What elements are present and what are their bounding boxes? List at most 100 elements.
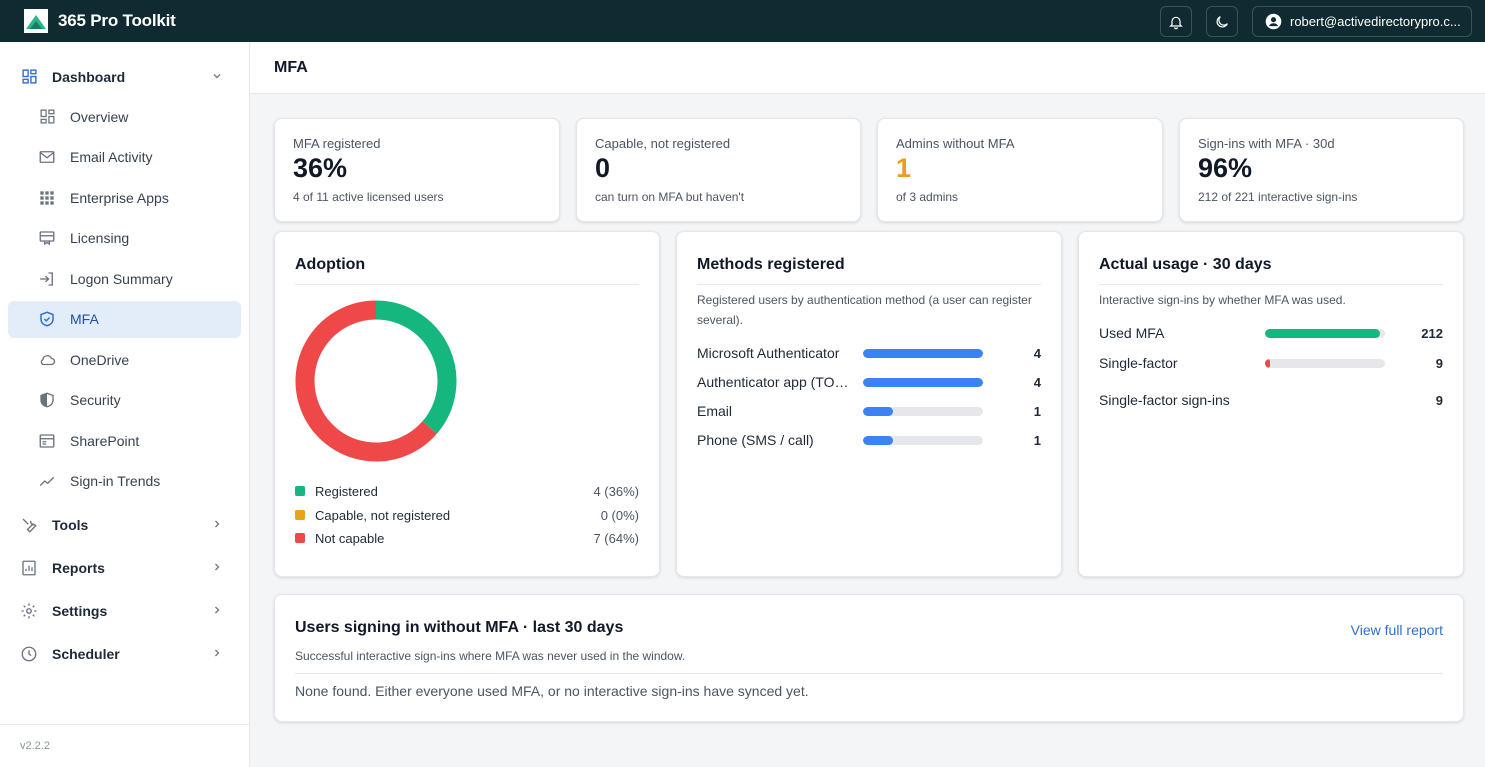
stat-card-sign-ins-with-mfa: Sign-ins with MFA · 30d 96% 212 of 221 i… <box>1179 118 1464 222</box>
legend-value: 0 (0%) <box>600 507 639 523</box>
card-divider <box>1099 284 1443 285</box>
method-label: Email <box>697 403 733 419</box>
clock-icon <box>20 645 38 663</box>
stat-subtext: can turn on MFA but haven't <box>595 190 745 204</box>
method-bar <box>863 348 983 358</box>
chevron-down-icon <box>211 69 223 85</box>
stat-value: 1 <box>896 153 912 183</box>
usage-label: Single-factor sign-ins <box>1099 392 1230 408</box>
view-full-report-link[interactable]: View full report <box>1351 622 1443 638</box>
stat-label: Sign-ins with MFA · 30d <box>1198 136 1335 151</box>
sidebar-item-enterprise-apps[interactable]: Enterprise Apps <box>8 179 241 216</box>
card-title: Actual usage · 30 days <box>1099 256 1272 273</box>
app-logo <box>24 9 48 33</box>
method-count: 1 <box>1033 432 1041 448</box>
legend-swatch <box>295 533 305 543</box>
stat-subtext: 212 of 221 interactive sign-ins <box>1198 190 1358 204</box>
empty-state-message: None found. Either everyone used MFA, or… <box>295 683 809 699</box>
sidebar-item-sign-in-trends[interactable]: Sign-in Trends <box>8 463 241 500</box>
user-menu-button[interactable]: robert@activedirectorypro.c... <box>1252 6 1472 37</box>
usage-bar-fill <box>1265 328 1381 338</box>
stat-value: 36% <box>293 153 348 183</box>
grid-icon <box>38 108 56 126</box>
legend-row-registered: Registered 4 (36%) <box>295 481 639 501</box>
page-header: MFA <box>250 42 1485 94</box>
adoption-donut-chart <box>295 300 457 462</box>
shield-icon <box>38 391 56 409</box>
method-row: Microsoft Authenticator 4 <box>697 342 1041 364</box>
sidebar-item-email-activity[interactable]: Email Activity <box>8 139 241 176</box>
donut-slice-not-capable <box>295 300 437 462</box>
method-label: Authenticator app (TOTP) <box>697 374 852 390</box>
moon-icon <box>1216 15 1228 27</box>
sidebar: Dashboard Overview Email Activity Enterp… <box>0 42 250 767</box>
sidebar-item-label: SharePoint <box>70 432 140 449</box>
app-version: v2.2.2 <box>20 740 50 752</box>
browser-icon <box>38 432 56 450</box>
stat-card-capable-not-registered: Capable, not registered 0 can turn on MF… <box>576 118 861 222</box>
stat-card-admins-without-mfa: Admins without MFA 1 of 3 admins <box>877 118 1163 222</box>
cloud-icon <box>38 351 56 369</box>
sidebar-item-label: Enterprise Apps <box>70 189 169 206</box>
sidebar-item-licensing[interactable]: Licensing <box>8 220 241 257</box>
sidebar-divider <box>0 724 249 725</box>
method-bar-fill <box>863 435 893 445</box>
stat-label: Admins without MFA <box>896 136 1015 151</box>
app-title: 365 Pro Toolkit <box>58 11 176 30</box>
sidebar-item-label: Overview <box>70 108 129 125</box>
theme-toggle-button[interactable] <box>1206 6 1238 37</box>
method-count: 4 <box>1033 345 1041 361</box>
method-bar-fill <box>863 406 893 416</box>
method-row: Authenticator app (TOTP) 4 <box>697 371 1041 393</box>
sidebar-group-scheduler[interactable]: Scheduler <box>0 632 249 675</box>
sidebar-item-mfa[interactable]: MFA <box>8 300 241 338</box>
method-label: Microsoft Authenticator <box>697 345 840 361</box>
sidebar-item-logon-summary[interactable]: Logon Summary <box>8 260 241 297</box>
card-title: Users signing in without MFA · last 30 d… <box>295 619 624 636</box>
sidebar-item-security[interactable]: Security <box>8 382 241 419</box>
trend-icon <box>38 472 56 490</box>
notifications-button[interactable] <box>1160 6 1192 37</box>
usage-bar-fill <box>1265 358 1270 368</box>
card-description: Interactive sign-ins by whether MFA was … <box>1099 293 1346 307</box>
usage-count: 9 <box>1435 355 1443 371</box>
stat-value: 0 <box>595 153 611 183</box>
method-bar <box>863 406 983 416</box>
sidebar-group-label: Tools <box>52 516 89 533</box>
method-bar-fill <box>863 377 983 387</box>
sidebar-item-label: Logon Summary <box>70 270 173 287</box>
usage-label: Used MFA <box>1099 325 1165 341</box>
sidebar-group-settings[interactable]: Settings <box>0 589 249 632</box>
card-divider <box>295 673 1443 674</box>
usage-row-single-factor-sign-ins: Single-factor sign-ins 9 <box>1099 389 1443 411</box>
user-avatar-icon <box>1265 13 1282 30</box>
no-mfa-users-card: Users signing in without MFA · last 30 d… <box>274 594 1464 722</box>
sidebar-item-overview[interactable]: Overview <box>8 98 241 135</box>
sidebar-item-label: Security <box>70 392 121 408</box>
login-icon <box>38 270 56 288</box>
usage-card: Actual usage · 30 days Interactive sign-… <box>1078 231 1464 577</box>
shield-check-icon <box>38 310 56 328</box>
page-title: MFA <box>274 58 308 76</box>
method-bar <box>863 377 983 387</box>
card-title: Adoption <box>295 256 366 273</box>
sidebar-group-dashboard[interactable]: Dashboard <box>0 55 249 98</box>
legend-row-not-capable: Not capable 7 (64%) <box>295 528 639 548</box>
sidebar-item-sharepoint[interactable]: SharePoint <box>8 422 241 459</box>
card-description: Registered users by authentication metho… <box>697 293 1032 327</box>
usage-label: Single-factor <box>1099 355 1178 371</box>
sidebar-group-tools[interactable]: Tools <box>0 503 249 546</box>
usage-row-used-mfa: Used MFA 212 <box>1099 322 1443 344</box>
wrench-icon <box>20 516 38 534</box>
card-title: Methods registered <box>697 256 845 273</box>
bell-icon <box>1169 16 1183 29</box>
sidebar-group-reports[interactable]: Reports <box>0 546 249 589</box>
adoption-card: Adoption Registered 4 (36%) Capable, not… <box>274 231 660 577</box>
sidebar-item-onedrive[interactable]: OneDrive <box>8 341 241 378</box>
chevron-right-icon <box>211 517 223 533</box>
sidebar-item-label: OneDrive <box>70 351 130 368</box>
stat-card-mfa-registered: MFA registered 36% 4 of 11 active licens… <box>274 118 560 222</box>
method-bar <box>863 435 983 445</box>
stat-subtext: 4 of 11 active licensed users <box>293 190 444 204</box>
dashboard-icon <box>20 68 38 86</box>
